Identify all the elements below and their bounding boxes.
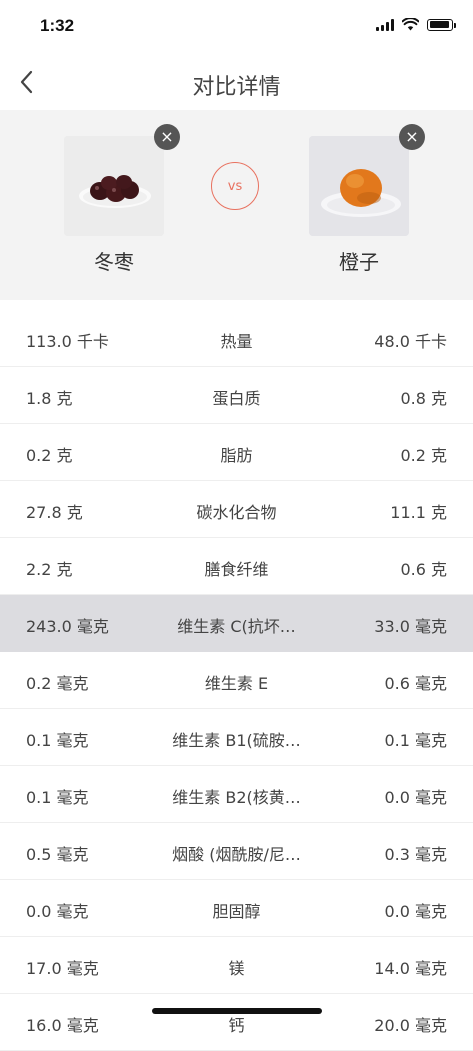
table-row[interactable]: 16.0 毫克 钙 20.0 毫克	[0, 994, 473, 1051]
table-row[interactable]: 0.5 毫克 烟酸 (烟酰胺/尼… 0.3 毫克	[0, 823, 473, 880]
nutrient-name: 脂肪	[220, 446, 253, 465]
table-row[interactable]: 0.0 毫克 胆固醇 0.0 毫克	[0, 880, 473, 937]
comparison-header: 冬枣 × vs 橙子 ×	[0, 110, 473, 300]
table-row[interactable]: 0.1 毫克 维生素 B2(核黄… 0.0 毫克	[0, 766, 473, 823]
left-value: 16.0 毫克	[26, 1016, 99, 1035]
right-value: 33.0 毫克	[374, 617, 447, 636]
nutrient-name: 热量	[220, 332, 253, 351]
right-value: 0.8 克	[400, 389, 447, 408]
table-row[interactable]: 27.8 克 碳水化合物 11.1 克	[0, 481, 473, 538]
nutrient-name: 维生素 C(抗坏…	[177, 617, 296, 636]
right-value: 20.0 毫克	[374, 1016, 447, 1035]
nutrient-name: 维生素 E	[204, 674, 269, 693]
right-value: 0.1 毫克	[384, 731, 447, 750]
navigation-bar: 对比详情	[0, 54, 473, 110]
nutrient-name: 胆固醇	[212, 902, 261, 921]
left-value: 2.2 克	[26, 560, 73, 579]
right-value: 0.3 毫克	[384, 845, 447, 864]
right-value: 0.0 毫克	[384, 902, 447, 921]
right-value: 0.6 毫克	[384, 674, 447, 693]
food-card-left[interactable]: 冬枣 ×	[64, 124, 180, 275]
battery-icon	[427, 18, 456, 31]
table-row[interactable]: 113.0 千卡 热量 48.0 千卡	[0, 310, 473, 367]
nutrient-name: 蛋白质	[212, 389, 261, 408]
food-name-left: 冬枣	[94, 250, 134, 274]
right-value: 11.1 克	[390, 503, 447, 522]
vs-badge: vs	[211, 162, 259, 210]
left-value: 27.8 克	[26, 503, 83, 522]
food-image-orange	[309, 136, 409, 236]
food-name-right: 橙子	[339, 250, 379, 274]
close-icon: ×	[160, 127, 174, 146]
nutrient-name: 镁	[228, 959, 245, 978]
right-value: 48.0 千卡	[374, 332, 447, 351]
right-value: 0.0 毫克	[384, 788, 447, 807]
status-bar: 1:32	[0, 0, 473, 54]
left-value: 17.0 毫克	[26, 959, 99, 978]
left-value: 1.8 克	[26, 389, 73, 408]
nutrient-name: 维生素 B1(硫胺…	[172, 731, 301, 750]
left-value: 0.0 毫克	[26, 902, 89, 921]
table-row[interactable]: 2.2 克 膳食纤维 0.6 克	[0, 538, 473, 595]
remove-left-button[interactable]: ×	[154, 124, 180, 150]
left-value: 0.2 毫克	[26, 674, 89, 693]
status-icons	[376, 18, 456, 31]
left-value: 243.0 毫克	[26, 617, 109, 636]
table-row[interactable]: 17.0 毫克 镁 14.0 毫克	[0, 937, 473, 994]
table-row[interactable]: 0.1 毫克 维生素 B1(硫胺… 0.1 毫克	[0, 709, 473, 766]
nutrient-name: 烟酸 (烟酰胺/尼…	[172, 845, 301, 864]
nutrient-name: 碳水化合物	[196, 503, 277, 522]
left-value: 0.2 克	[26, 446, 73, 465]
left-value: 0.5 毫克	[26, 845, 89, 864]
food-card-right[interactable]: 橙子 ×	[309, 124, 425, 275]
table-row[interactable]: 0.2 克 脂肪 0.2 克	[0, 424, 473, 481]
cellular-signal-icon	[376, 18, 394, 31]
right-value: 0.6 克	[400, 560, 447, 579]
right-value: 14.0 毫克	[374, 959, 447, 978]
page-title: 对比详情	[192, 75, 281, 100]
left-value: 0.1 毫克	[26, 788, 89, 807]
close-icon: ×	[405, 127, 419, 146]
left-value: 113.0 千卡	[26, 332, 109, 351]
nutrient-name: 维生素 B2(核黄…	[172, 788, 301, 807]
nutrient-comparison-list: 113.0 千卡 热量 48.0 千卡 1.8 克蛋白质 0.8 克 0.2 克脂肪 0…	[0, 310, 473, 1051]
nutrient-name: 钙	[228, 1016, 245, 1035]
table-row-highlighted[interactable]: 243.0 毫克 维生素 C(抗坏… 33.0 毫克	[0, 595, 473, 652]
nutrient-name: 膳食纤维	[204, 560, 269, 579]
right-value: 0.2 克	[400, 446, 447, 465]
table-row[interactable]: 1.8 克 蛋白质 0.8 克	[0, 367, 473, 424]
status-time: 1:32	[40, 16, 75, 35]
home-indicator[interactable]	[152, 1008, 322, 1014]
left-value: 0.1 毫克	[26, 731, 89, 750]
table-row[interactable]: 0.2 毫克 维生素 E 0.6 毫克	[0, 652, 473, 709]
remove-right-button[interactable]: ×	[399, 124, 425, 150]
food-image-jujube	[64, 136, 164, 236]
wifi-icon	[402, 18, 419, 31]
